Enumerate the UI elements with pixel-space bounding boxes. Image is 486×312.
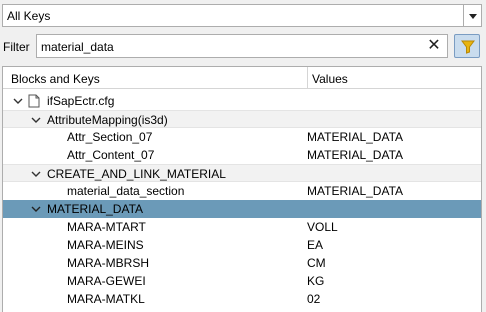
clear-filter-icon[interactable]: ✕ — [427, 36, 441, 56]
value-cell: VOLL — [307, 220, 338, 234]
chevron-down-icon — [469, 14, 477, 19]
tree-node-root-file[interactable]: ifSapEctr.cfg — [3, 92, 481, 110]
chevron-down-icon[interactable] — [31, 115, 41, 125]
chevron-down-icon[interactable] — [31, 169, 41, 179]
filter-input[interactable]: material_data ✕ — [36, 34, 448, 58]
tree-row[interactable]: MARA-GEWEI KG — [3, 272, 481, 290]
filter-label: Filter — [3, 40, 30, 54]
tree-header: Blocks and Keys Values — [3, 67, 481, 89]
key-cell: MARA-MTART — [67, 220, 146, 234]
tree-node-group-selected[interactable]: MATERIAL_DATA — [3, 200, 481, 218]
dropdown-arrow-button[interactable] — [463, 5, 481, 26]
root-file-label: ifSapEctr.cfg — [47, 94, 115, 108]
apply-filter-button[interactable] — [454, 34, 480, 58]
tree-node-group[interactable]: AttributeMapping(is3d) — [3, 110, 481, 128]
value-cell: CM — [307, 256, 326, 270]
file-icon — [28, 94, 40, 108]
column-divider[interactable] — [307, 67, 308, 89]
group-label: MATERIAL_DATA — [47, 202, 144, 216]
group-label: CREATE_AND_LINK_MATERIAL — [47, 167, 226, 181]
column-header-keys[interactable]: Blocks and Keys — [11, 72, 100, 86]
value-cell: MATERIAL_DATA — [307, 184, 404, 198]
key-cell: Attr_Content_07 — [67, 148, 155, 162]
key-cell: MARA-MATKL — [67, 292, 145, 306]
chevron-down-icon[interactable] — [13, 96, 23, 106]
value-cell: MATERIAL_DATA — [307, 148, 404, 162]
tree-row[interactable]: MARA-MTART VOLL — [3, 218, 481, 236]
tree-row[interactable]: MARA-MBRSH CM — [3, 254, 481, 272]
value-cell: EA — [307, 238, 324, 252]
keys-dropdown[interactable]: All Keys — [2, 4, 482, 27]
key-cell: material_data_section — [67, 184, 185, 198]
tree-row[interactable]: MARA-MEINS EA — [3, 236, 481, 254]
tree-row[interactable]: Attr_Content_07 MATERIAL_DATA — [3, 146, 481, 164]
keys-dropdown-value: All Keys — [7, 9, 51, 23]
value-cell: KG — [307, 274, 325, 288]
key-cell: MARA-MBRSH — [67, 256, 150, 270]
tree-node-group[interactable]: CREATE_AND_LINK_MATERIAL — [3, 164, 481, 182]
key-cell: MARA-GEWEI — [67, 274, 146, 288]
funnel-icon — [461, 40, 475, 54]
group-label: AttributeMapping(is3d) — [47, 113, 168, 127]
tree-row[interactable]: MARA-MATKL 02 — [3, 290, 481, 308]
config-filter-window: All Keys Filter material_data ✕ Blocks a… — [0, 0, 486, 312]
value-cell: 02 — [307, 292, 321, 306]
keys-tree[interactable]: Blocks and Keys Values ifSapEctr.cfg Att… — [2, 66, 482, 312]
value-cell: MATERIAL_DATA — [307, 130, 404, 144]
tree-row[interactable]: material_data_section MATERIAL_DATA — [3, 182, 481, 200]
key-cell: MARA-MEINS — [67, 238, 144, 252]
filter-input-value: material_data — [41, 40, 114, 54]
chevron-down-icon[interactable] — [31, 204, 41, 214]
column-header-values[interactable]: Values — [312, 72, 348, 86]
tree-row[interactable]: Attr_Section_07 MATERIAL_DATA — [3, 128, 481, 146]
key-cell: Attr_Section_07 — [67, 130, 153, 144]
